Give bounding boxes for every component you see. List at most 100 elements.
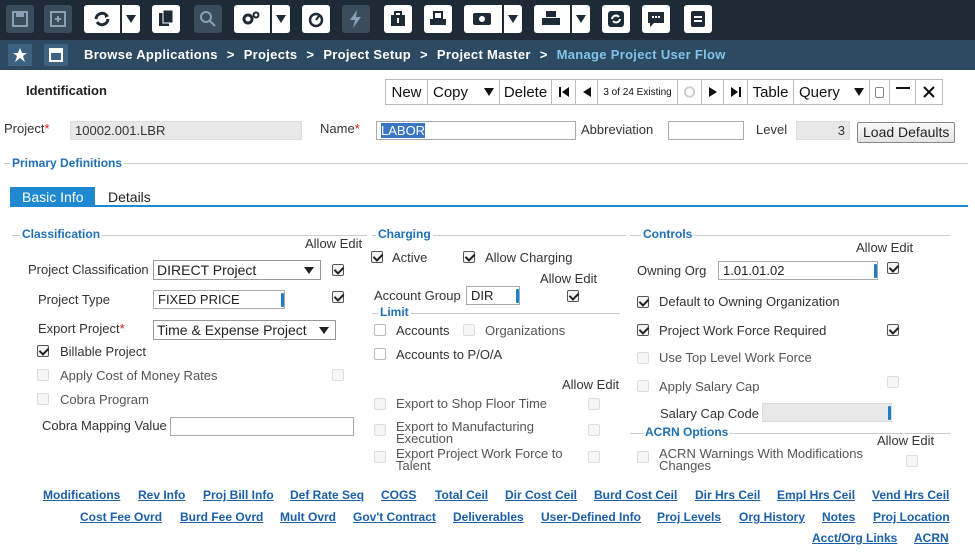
print-button[interactable]: [534, 5, 590, 33]
link-user-defined-info[interactable]: User-Defined Info: [541, 510, 641, 524]
search-button[interactable]: [194, 5, 222, 33]
cobra-mapping-field[interactable]: [170, 417, 354, 436]
export-manufacturing-checkbox[interactable]: [374, 424, 386, 436]
use-top-level-checkbox[interactable]: [637, 352, 649, 364]
export-work-force-allow-edit-checkbox[interactable]: [588, 451, 600, 463]
salary-cap-allow-edit-checkbox[interactable]: [887, 376, 899, 388]
link-notes[interactable]: Notes: [822, 510, 855, 524]
settings-button[interactable]: [234, 5, 290, 33]
select-checkbox[interactable]: [870, 80, 890, 104]
tools-button[interactable]: [384, 5, 412, 33]
project-type-field[interactable]: FIXED PRICE: [153, 290, 285, 309]
work-force-required-checkbox[interactable]: [637, 324, 649, 336]
link-empl-hrs-ceil[interactable]: Empl Hrs Ceil: [777, 488, 855, 502]
settings-dropdown[interactable]: [270, 5, 290, 33]
link-rev-info[interactable]: Rev Info: [138, 488, 185, 502]
link-dir-hrs-ceil[interactable]: Dir Hrs Ceil: [695, 488, 760, 502]
acrn-warnings-checkbox[interactable]: [637, 451, 649, 463]
last-record-button[interactable]: [724, 80, 748, 104]
print-dropdown[interactable]: [570, 5, 590, 33]
level-field[interactable]: 3: [796, 121, 850, 140]
link-cogs[interactable]: COGS: [381, 488, 416, 502]
link-proj-location[interactable]: Proj Location: [873, 510, 950, 524]
account-group-field[interactable]: DIR: [466, 286, 520, 305]
first-record-button[interactable]: [552, 80, 576, 104]
classification-allow-edit-checkbox[interactable]: [332, 264, 344, 276]
minimize-button[interactable]: [890, 80, 916, 104]
export-shop-floor-checkbox[interactable]: [374, 398, 386, 410]
abbreviation-field[interactable]: [668, 121, 744, 140]
link-govt-contract[interactable]: Gov't Contract: [353, 510, 436, 524]
link-proj-bill-info[interactable]: Proj Bill Info: [203, 488, 274, 502]
link-proj-levels[interactable]: Proj Levels: [657, 510, 721, 524]
save-as-button[interactable]: [44, 5, 72, 33]
query-button[interactable]: Query: [794, 80, 870, 104]
new-button[interactable]: New: [386, 80, 428, 104]
work-force-allow-edit-checkbox[interactable]: [887, 324, 899, 336]
cost-money-allow-edit-checkbox[interactable]: [332, 369, 344, 381]
delete-button[interactable]: Delete: [500, 80, 552, 104]
export-shop-floor-allow-edit-checkbox[interactable]: [588, 398, 600, 410]
link-acct-org-links[interactable]: Acct/Org Links: [812, 531, 897, 545]
comment-button[interactable]: [642, 5, 670, 33]
load-defaults-button[interactable]: Load Defaults: [857, 122, 956, 143]
accounts-checkbox[interactable]: [374, 324, 386, 336]
timer-button[interactable]: [302, 5, 330, 33]
type-allow-edit-checkbox[interactable]: [332, 291, 344, 303]
view-button[interactable]: [464, 5, 522, 33]
project-field[interactable]: 10002.001.LBR: [70, 121, 302, 140]
save-button[interactable]: [6, 5, 34, 33]
link-vend-hrs-ceil[interactable]: Vend Hrs Ceil: [872, 488, 949, 502]
view-dropdown[interactable]: [502, 5, 522, 33]
acrn-allow-edit-checkbox[interactable]: [906, 455, 918, 467]
next-record-button[interactable]: [702, 80, 724, 104]
copy-record-button[interactable]: Copy: [428, 80, 500, 104]
apply-cost-of-money-checkbox[interactable]: [37, 369, 49, 381]
favorite-button[interactable]: [8, 44, 32, 66]
link-total-ceil[interactable]: Total Ceil: [435, 488, 488, 502]
owning-org-allow-edit-checkbox[interactable]: [887, 262, 899, 274]
breadcrumb-item[interactable]: Projects: [244, 47, 298, 62]
link-burd-fee-ovrd[interactable]: Burd Fee Ovrd: [180, 510, 263, 524]
lightning-button[interactable]: [342, 5, 370, 33]
salary-cap-code-field[interactable]: [762, 403, 892, 422]
tab-details[interactable]: Details: [108, 189, 151, 205]
refresh-button[interactable]: [84, 5, 140, 33]
link-deliverables[interactable]: Deliverables: [453, 510, 524, 524]
export-project-select[interactable]: Time & Expense Project: [153, 320, 336, 340]
export-manufacturing-allow-edit-checkbox[interactable]: [588, 424, 600, 436]
link-acrn[interactable]: ACRN: [914, 531, 949, 545]
apply-salary-cap-checkbox[interactable]: [637, 380, 649, 392]
breadcrumb-item[interactable]: Browse Applications: [84, 47, 218, 62]
print-preview-button[interactable]: [424, 5, 452, 33]
close-button[interactable]: [916, 80, 942, 104]
link-mult-ovrd[interactable]: Mult Ovrd: [280, 510, 336, 524]
accounts-to-poa-checkbox[interactable]: [374, 348, 386, 360]
tab-basic-info[interactable]: Basic Info: [10, 187, 96, 207]
allow-charging-checkbox[interactable]: [463, 251, 475, 263]
link-modifications[interactable]: Modifications: [43, 488, 120, 502]
export-work-force-checkbox[interactable]: [374, 451, 386, 463]
default-to-owning-checkbox[interactable]: [637, 296, 649, 308]
document-button[interactable]: [684, 5, 712, 33]
cobra-program-checkbox[interactable]: [37, 393, 49, 405]
table-button[interactable]: Table: [748, 80, 794, 104]
refresh-dropdown[interactable]: [120, 5, 140, 33]
organizations-checkbox[interactable]: [463, 324, 475, 336]
owning-org-field[interactable]: 1.01.01.02: [718, 261, 878, 280]
account-group-allow-edit-checkbox[interactable]: [567, 290, 579, 302]
breadcrumb-item[interactable]: Project Master: [437, 47, 531, 62]
panel-toggle-button[interactable]: [44, 44, 68, 66]
link-cost-fee-ovrd[interactable]: Cost Fee Ovrd: [80, 510, 162, 524]
link-dir-cost-ceil[interactable]: Dir Cost Ceil: [505, 488, 577, 502]
link-burd-cost-ceil[interactable]: Burd Cost Ceil: [594, 488, 677, 502]
prev-record-button[interactable]: [576, 80, 598, 104]
billable-project-checkbox[interactable]: [37, 345, 49, 357]
active-checkbox[interactable]: [371, 251, 383, 263]
name-field[interactable]: LABOR: [376, 121, 576, 140]
copy-button[interactable]: [152, 5, 180, 33]
link-org-history[interactable]: Org History: [739, 510, 805, 524]
sync-button[interactable]: [602, 5, 630, 33]
refresh-record-button[interactable]: [678, 80, 702, 104]
breadcrumb-item[interactable]: Project Setup: [323, 47, 411, 62]
